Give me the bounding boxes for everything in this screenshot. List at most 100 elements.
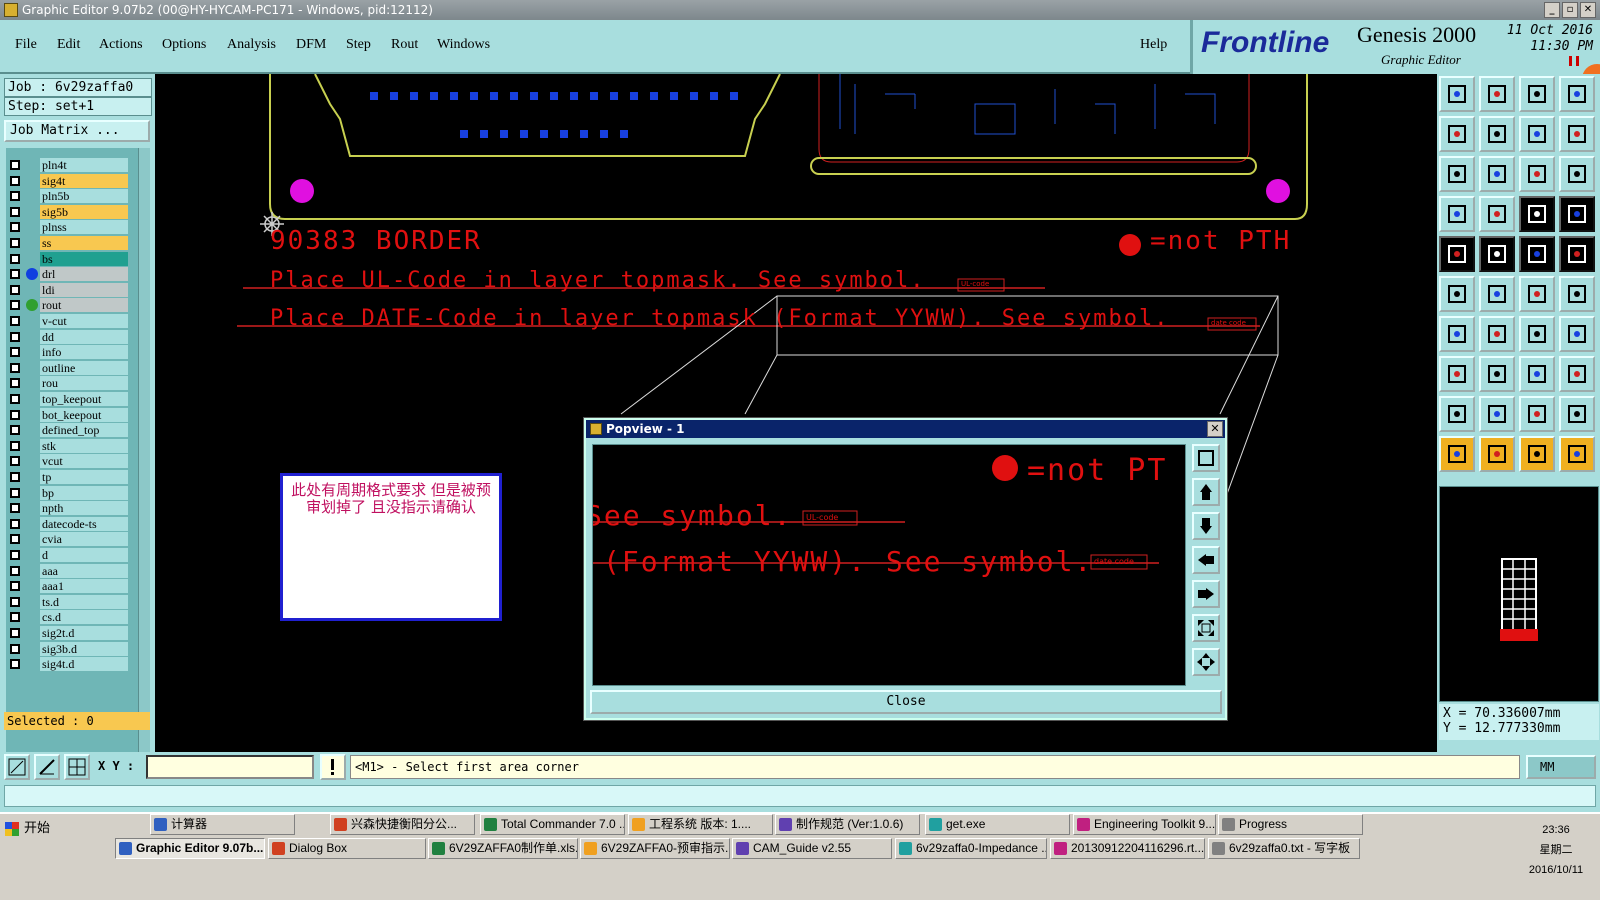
layer-name[interactable]: d — [40, 548, 128, 562]
layer-checkbox[interactable] — [10, 425, 20, 436]
layer-row[interactable]: d — [6, 548, 138, 562]
layer-name[interactable]: rou — [40, 376, 128, 391]
taskbar-button[interactable]: 6V29ZAFFA0制作单.xls... — [428, 838, 578, 859]
layer-name[interactable]: sig4t.d — [40, 657, 128, 672]
rout-icon[interactable] — [1519, 196, 1555, 232]
layer-row[interactable]: vcut — [6, 454, 138, 469]
layer-row[interactable]: datecode-ts — [6, 516, 138, 531]
layer-name[interactable]: ts.d — [40, 594, 128, 609]
system-clock[interactable]: 23:36 星期二 2016/10/11 — [1516, 820, 1596, 880]
layer-checkbox[interactable] — [10, 191, 20, 202]
slash-icon[interactable] — [1479, 316, 1515, 352]
select-orange-icon[interactable] — [1519, 436, 1555, 472]
layer-checkbox[interactable] — [10, 643, 20, 654]
layer-row[interactable]: ldi — [6, 282, 138, 297]
layer-checkbox[interactable] — [10, 472, 20, 482]
ruler-icon[interactable] — [1519, 236, 1555, 272]
connect-icon[interactable] — [1439, 276, 1475, 312]
triangle-icon[interactable] — [1519, 396, 1555, 432]
layer-name[interactable]: sig2t.d — [40, 626, 128, 640]
units-selector[interactable]: MM — [1526, 755, 1596, 779]
layer-checkbox[interactable] — [10, 503, 20, 514]
redo-icon[interactable] — [1559, 116, 1595, 152]
layer-name[interactable]: info — [40, 345, 128, 360]
taskbar-button[interactable]: Total Commander 7.0 ... — [480, 814, 625, 835]
layer-name[interactable]: bp — [40, 485, 128, 500]
menu-options[interactable]: Options — [162, 37, 206, 53]
layer-checkbox[interactable] — [10, 440, 20, 451]
arrow-right-icon[interactable] — [1479, 116, 1515, 152]
layer-name[interactable]: pln4t — [40, 158, 128, 172]
layer-checkbox[interactable] — [10, 534, 20, 545]
layer-name[interactable]: ldi — [40, 282, 128, 297]
line-icon[interactable] — [1439, 316, 1475, 352]
layer-checkbox[interactable] — [10, 581, 20, 592]
layer-checkbox[interactable] — [10, 378, 20, 389]
menu-file[interactable]: File — [15, 37, 37, 53]
layer-row[interactable]: stk — [6, 438, 138, 453]
layer-name[interactable]: vcut — [40, 454, 128, 469]
layer-row[interactable]: info — [6, 345, 138, 360]
popview-pan-left-button[interactable] — [1192, 546, 1220, 574]
group-icon[interactable] — [1559, 356, 1595, 392]
layer-checkbox[interactable] — [10, 612, 20, 623]
vertex-icon[interactable] — [1479, 396, 1515, 432]
layer-name[interactable]: top_keepout — [40, 392, 128, 406]
layer-name[interactable]: pln5b — [40, 189, 128, 204]
layer-checkbox[interactable] — [10, 238, 20, 248]
layer-checkbox[interactable] — [10, 160, 20, 170]
taskbar-button[interactable]: 计算器 — [150, 814, 295, 835]
layer-row[interactable]: top_keepout — [6, 392, 138, 406]
layer-row[interactable]: rout — [6, 298, 138, 313]
layer-name[interactable]: defined_top — [40, 423, 128, 438]
xy-input[interactable] — [146, 755, 314, 779]
start-button[interactable]: 开始 — [2, 818, 52, 840]
fit-icon[interactable] — [1439, 156, 1475, 192]
menu-windows[interactable]: Windows — [437, 37, 490, 53]
menu-rout[interactable]: Rout — [391, 37, 418, 53]
taskbar-button[interactable]: Progress — [1218, 814, 1363, 835]
layer-checkbox[interactable] — [10, 284, 20, 295]
popview-canvas[interactable]: =not PT See symbol. UL-code (Format YYWW… — [592, 444, 1186, 686]
job-matrix-button[interactable]: Job Matrix ... — [4, 120, 150, 142]
layer-checkbox[interactable] — [10, 409, 20, 420]
import-icon[interactable] — [1479, 76, 1515, 112]
ratio-icon[interactable] — [1519, 156, 1555, 192]
pad-icon[interactable] — [1559, 236, 1595, 272]
layer-row[interactable]: outline — [6, 360, 138, 375]
layer-checkbox[interactable] — [10, 362, 20, 373]
layer-name[interactable]: bs — [40, 251, 128, 266]
command-input[interactable] — [4, 785, 1596, 807]
layer-row[interactable]: ss — [6, 236, 138, 250]
minimize-button[interactable]: _ — [1544, 2, 1560, 18]
layer-name[interactable]: tp — [40, 470, 128, 484]
layer-checkbox[interactable] — [10, 518, 20, 529]
layer-row[interactable]: bp — [6, 485, 138, 500]
menu-edit[interactable]: Edit — [57, 37, 80, 53]
menu-actions[interactable]: Actions — [99, 37, 143, 53]
window-title-bar[interactable]: Graphic Editor 9.07b2 (00@HY-HYCAM-PC171… — [0, 0, 1600, 20]
layer-name[interactable]: outline — [40, 360, 128, 375]
layer-name[interactable]: rout — [40, 298, 128, 313]
house-icon[interactable] — [1519, 76, 1555, 112]
help-icon[interactable] — [1559, 156, 1595, 192]
layer-checkbox[interactable] — [10, 269, 20, 280]
taskbar-button[interactable]: Graphic Editor 9.07b... — [115, 838, 265, 859]
point-icon[interactable] — [1519, 276, 1555, 312]
layer-row[interactable]: sig3b.d — [6, 641, 138, 656]
close-button[interactable]: ✕ — [1580, 2, 1596, 18]
layer-checkbox[interactable] — [10, 253, 20, 264]
copy-icon[interactable] — [1439, 356, 1475, 392]
layer-row[interactable]: npth — [6, 501, 138, 516]
center-icon[interactable] — [1479, 156, 1515, 192]
overview-map[interactable] — [1439, 486, 1599, 702]
taskbar-button[interactable]: 制作规范 (Ver:1.0.6) — [775, 814, 920, 835]
dimension-icon[interactable] — [1519, 356, 1555, 392]
layer-checkbox[interactable] — [10, 175, 20, 186]
taskbar-button[interactable]: Dialog Box — [268, 838, 426, 859]
layer-row[interactable]: ts.d — [6, 594, 138, 609]
arrow-left-icon[interactable] — [1439, 116, 1475, 152]
layer-name[interactable]: stk — [40, 438, 128, 453]
layer-name[interactable]: dd — [40, 329, 128, 344]
layer-checkbox[interactable] — [10, 347, 20, 358]
